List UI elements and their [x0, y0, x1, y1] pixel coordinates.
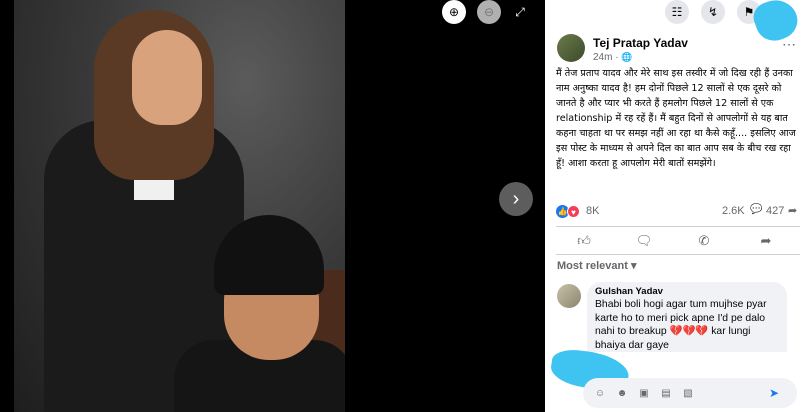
like-button[interactable]: 👍︎ — [572, 233, 596, 251]
zoom-out-icon[interactable]: ⊖ — [477, 0, 501, 24]
fullscreen-icon[interactable]: ⤢ — [512, 4, 528, 20]
messenger-icon[interactable]: ↯ — [701, 0, 725, 24]
share-count-icon: ➦ — [788, 205, 798, 217]
whatsapp-icon: ✆ — [698, 233, 710, 248]
shares-count[interactable]: 427 — [766, 205, 784, 217]
zoom-in-icon[interactable]: ⊕ — [442, 0, 466, 24]
send-icon[interactable]: ➤ — [769, 386, 779, 400]
comment-item: Gulshan Yadav Bhabi boli hogi agar tum m… — [557, 282, 801, 354]
comment-author[interactable]: Gulshan Yadav — [595, 286, 779, 297]
camera-icon[interactable]: ▣ — [637, 388, 651, 400]
caret-down-icon: ▾ — [630, 260, 637, 272]
share-button[interactable]: ➦ — [754, 233, 778, 251]
photo-viewer: ⊕ ⊖ ⤢ › — [0, 0, 545, 412]
avatar-sticker-icon[interactable]: ☺ — [593, 388, 607, 400]
comment-text: Bhabi boli hogi agar tum mujhse pyar kar… — [595, 299, 767, 351]
thumbs-up-icon: 👍︎ — [577, 233, 591, 248]
emoji-icon[interactable]: ☻ — [615, 388, 629, 400]
comment-sort-dropdown[interactable]: Most relevant ▾ — [557, 259, 637, 272]
reactions-bar: 👍 ♥ 8K 2.6K 💬 427 ➦ — [556, 204, 800, 220]
post-photo — [14, 0, 345, 412]
gif-icon[interactable]: ▤ — [659, 388, 673, 400]
comments-count[interactable]: 2.6K — [722, 205, 745, 217]
comment-composer: ☺ ☻ ▣ ▤ ▧ ➤ — [545, 346, 807, 412]
sticker-icon[interactable]: ▧ — [681, 388, 695, 400]
comment-bubble: Gulshan Yadav Bhabi boli hogi agar tum m… — [587, 282, 787, 354]
reactions-count[interactable]: 8K — [586, 205, 599, 217]
post-text: मैं तेज प्रताप यादव और मेरे साथ इस तस्वी… — [556, 68, 796, 169]
next-photo-button[interactable]: › — [499, 182, 533, 216]
comment-input[interactable]: ☺ ☻ ▣ ▤ ▧ ➤ — [583, 378, 797, 408]
divider — [556, 254, 800, 255]
post-header: Tej Pratap Yadav 24m · 🌐 ⋯ — [557, 34, 797, 64]
commenter-avatar[interactable] — [557, 284, 581, 308]
author-name[interactable]: Tej Pratap Yadav — [593, 36, 688, 50]
more-options-icon[interactable]: ⋯ — [782, 36, 797, 53]
comment-count-icon: 💬 — [750, 204, 763, 215]
post-panel: ☷ ↯ ⚑ Tej Pratap Yadav 24m · 🌐 ⋯ मैं तेज… — [545, 0, 807, 412]
divider — [556, 226, 800, 227]
post-time[interactable]: 24m · 🌐 — [593, 52, 633, 63]
whatsapp-button[interactable]: ✆ — [692, 233, 716, 251]
comment-icon: 🗨 — [635, 233, 653, 248]
post-actions: 👍︎ 🗨 ✆ ➦ — [556, 231, 800, 253]
globe-icon: 🌐 — [621, 52, 633, 62]
love-reaction-icon: ♥ — [567, 205, 580, 218]
author-avatar[interactable] — [557, 34, 585, 62]
chevron-right-icon: › — [512, 187, 520, 210]
menu-grid-icon[interactable]: ☷ — [665, 0, 689, 24]
share-icon: ➦ — [760, 233, 772, 248]
comment-button[interactable]: 🗨 — [632, 233, 656, 251]
topbar: ☷ ↯ ⚑ — [545, 0, 807, 46]
